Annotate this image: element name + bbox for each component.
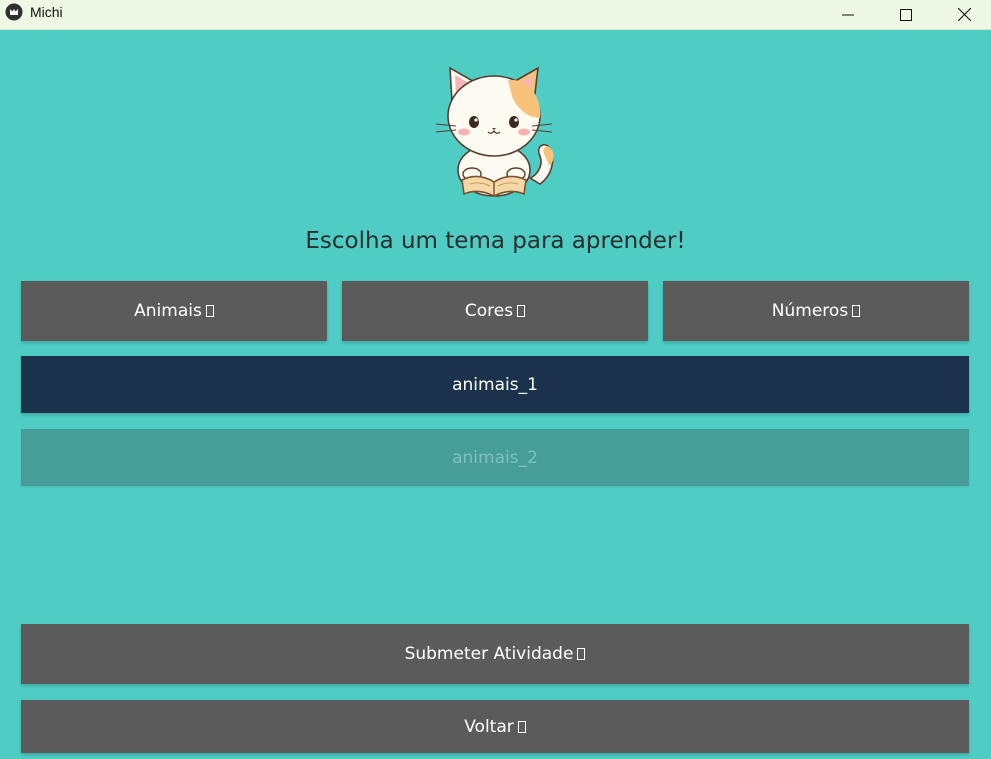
page-heading: Escolha um tema para aprender! [305,228,686,254]
activity-item-animais-1[interactable]: animais_1 [21,356,969,413]
tab-animais-label: Animais [134,301,202,321]
activity-item-label: animais_1 [452,374,538,395]
emoji-placeholder-icon [577,648,586,660]
activity-item-animais-2: animais_2 [21,429,969,486]
close-button[interactable] [935,0,991,29]
minimize-button[interactable] [819,0,877,29]
close-icon [957,8,971,21]
window-title: Michi [30,4,63,20]
submit-activity-label: Submeter Atividade [404,644,574,664]
emoji-placeholder-icon [517,305,526,317]
tab-animais[interactable]: Animais [21,281,327,341]
maximize-button[interactable] [877,0,935,29]
app-icon [5,3,23,21]
title-bar: Michi [0,0,991,30]
emoji-placeholder-icon [517,720,526,733]
activity-item-label: animais_2 [452,447,538,468]
tab-cores[interactable]: Cores [342,281,648,341]
submit-activity-button[interactable]: Submeter Atividade [21,624,969,684]
minimize-icon [842,14,854,15]
tab-cores-label: Cores [464,301,514,321]
emoji-placeholder-icon [205,305,214,317]
tab-numeros[interactable]: Números [663,281,969,341]
maximize-icon [900,8,912,21]
cat-mascot-illustration [435,66,554,197]
emoji-placeholder-icon [852,305,861,317]
back-label: Voltar [464,716,514,737]
tab-numeros-label: Números [771,301,849,321]
back-button[interactable]: Voltar [21,700,969,753]
